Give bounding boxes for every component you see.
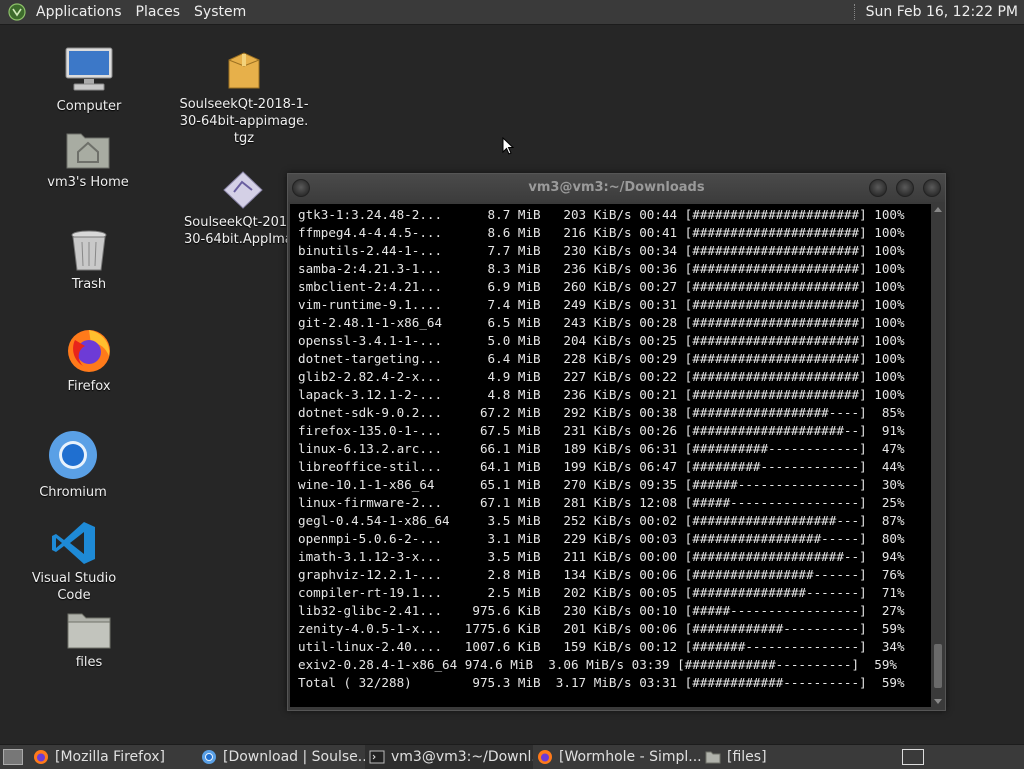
desktop-icon-label: Computer [56,99,122,114]
terminal-line: smbclient-2:4.21... 6.9 MiB 260 KiB/s 00… [298,279,905,294]
scroll-up-icon[interactable] [934,207,942,212]
terminal-line: imath-3.1.12-3-x... 3.5 MiB 211 KiB/s 00… [298,549,905,564]
terminal-scrollbar[interactable] [933,204,943,707]
terminal-line: openmpi-5.0.6-2-... 3.1 MiB 229 KiB/s 00… [298,531,905,546]
maximize-button[interactable] [896,179,914,197]
desktop-icon-vscode[interactable]: Visual Studio Code [14,520,134,604]
terminal-line: glib2-2.82.4-2-x... 4.9 MiB 227 KiB/s 00… [298,369,905,384]
terminal-line: Total ( 32/288) 975.3 MiB 3.17 MiB/s 03:… [298,675,905,690]
terminal-line: linux-firmware-2... 67.1 MiB 281 KiB/s 1… [298,495,905,510]
terminal-line: wine-10.1-1-x86_64 65.1 MiB 270 KiB/s 09… [298,477,905,492]
firefox-icon [68,330,110,372]
clock[interactable]: Sun Feb 16, 12:22 PM [866,4,1024,20]
bottom-taskbar: [Mozilla Firefox] [Download | Soulse... … [0,744,1024,769]
taskbar-item-terminal[interactable]: vm3@vm3:~/Downl... [365,745,533,769]
terminal-line: compiler-rt-19.1... 2.5 MiB 202 KiB/s 00… [298,585,905,600]
terminal-line: binutils-2.44-1-... 7.7 MiB 230 KiB/s 00… [298,243,905,258]
taskbar-item-label: [Download | Soulse... [223,749,365,765]
taskbar-item-files[interactable]: [files] [701,745,829,769]
terminal-line: graphviz-12.2.1-... 2.8 MiB 134 KiB/s 00… [298,567,905,582]
trash-icon [71,230,107,271]
terminal-line: gtk3-1:3.24.48-2... 8.7 MiB 203 KiB/s 00… [298,207,905,222]
terminal-line: ffmpeg4.4-4.4.5-... 8.6 MiB 216 KiB/s 00… [298,225,905,240]
menu-places[interactable]: Places [130,0,189,24]
terminal-line: git-2.48.1-1-x86_64 6.5 MiB 243 KiB/s 00… [298,315,905,330]
terminal-line: firefox-135.0-1-... 67.5 MiB 231 KiB/s 0… [298,423,905,438]
terminal-line: openssl-3.4.1-1-... 5.0 MiB 204 KiB/s 00… [298,333,905,348]
desktop-icon-chromium[interactable]: Chromium [32,430,114,501]
archive-icon [228,52,260,89]
desktop-icon-label-line: SoulseekQt-2018 [184,215,288,230]
taskbar-item-label: [Wormhole - Simpl... [559,749,701,765]
terminal-line: util-linux-2.40.... 1007.6 KiB 159 KiB/s… [298,639,905,654]
vscode-icon [52,522,95,564]
chromium-icon [49,431,97,479]
firefox-icon [34,750,48,764]
folder-icon [67,613,111,649]
mouse-cursor-icon [502,137,514,155]
terminal-line: vim-runtime-9.1.... 7.4 MiB 249 KiB/s 00… [298,297,905,312]
home-folder-icon [66,133,110,169]
terminal-line: lib32-glibc-2.41... 975.6 KiB 230 KiB/s … [298,603,905,618]
terminal-title: vm3@vm3:~/Downloads [528,180,705,195]
desktop-icon-label-line: 30-64bit-appimage. [179,114,309,129]
desktop-icon-label: Firefox [67,379,111,394]
desktop-icon-label: Trash [71,277,107,292]
desktop-icon-label-line: tgz [233,131,255,146]
close-button[interactable] [923,179,941,197]
appimage-icon [223,171,263,209]
desktop-icon-firefox[interactable]: Firefox [48,326,130,395]
desktop-icon-label: Chromium [39,485,107,500]
taskbar-item-label: [files] [727,749,767,765]
desktop-icon-label: vm3's Home [47,175,129,190]
show-desktop-icon[interactable] [3,749,23,765]
terminal-line: zenity-4.0.5-1-x... 1775.6 KiB 201 KiB/s… [298,621,905,636]
top-panel: Applications Places System Sun Feb 16, 1… [0,0,1024,25]
terminal-line: samba-2:4.21.3-1... 8.3 MiB 236 KiB/s 00… [298,261,905,276]
scrollbar-thumb[interactable] [934,644,942,688]
firefox-icon [538,750,552,764]
desktop-icon-soulseek-appimage[interactable]: SoulseekQt-2018 30-64bit.AppIma [184,170,288,248]
desktop-icon-label-line: SoulseekQt-2018-1- [179,97,309,112]
terminal-output[interactable]: gtk3-1:3.24.48-2... 8.7 MiB 203 KiB/s 00… [290,204,931,707]
desktop-icon-label-line: 30-64bit.AppIma [184,232,288,247]
taskbar-item-label: vm3@vm3:~/Downl... [391,749,533,765]
desktop-icon-label: Visual Studio Code [31,571,117,603]
menu-applications[interactable]: Applications [32,0,130,24]
terminal-titlebar[interactable]: vm3@vm3:~/Downloads [288,174,945,202]
terminal-icon [369,750,385,764]
terminal-line: dotnet-sdk-9.0.2... 67.2 MiB 292 KiB/s 0… [298,405,905,420]
taskbar-item-chromium[interactable]: [Download | Soulse... [197,745,365,769]
taskbar-item-firefox[interactable]: [Mozilla Firefox] [29,745,197,769]
menu-system[interactable]: System [188,0,254,24]
desktop-icon-soulseek-tgz[interactable]: SoulseekQt-2018-1- 30-64bit-appimage. tg… [178,50,310,147]
workspace-switcher[interactable] [902,749,924,765]
taskbar-item-label: [Mozilla Firefox] [55,749,165,765]
terminal-line: linux-6.13.2.arc... 66.1 MiB 189 KiB/s 0… [298,441,905,456]
desktop-icon-home[interactable]: vm3's Home [42,128,134,191]
terminal-line: gegl-0.4.54-1-x86_64 3.5 MiB 252 KiB/s 0… [298,513,905,528]
terminal-line: dotnet-targeting... 6.4 MiB 228 KiB/s 00… [298,351,905,366]
desktop-icon-files[interactable]: files [48,610,130,671]
taskbar-item-wormhole[interactable]: [Wormhole - Simpl... [533,745,701,769]
panel-separator [853,4,858,20]
minimize-button[interactable] [869,179,887,197]
terminal-line: exiv2-0.28.4-1-x86_64 974.6 MiB 3.06 MiB… [298,657,897,672]
desktop-icon-trash[interactable]: Trash [48,228,130,293]
chromium-icon [202,750,216,764]
folder-icon [705,751,721,764]
terminal-window[interactable]: vm3@vm3:~/Downloads gtk3-1:3.24.48-2... … [287,173,946,711]
computer-icon [65,47,113,91]
distro-logo-icon[interactable] [8,3,26,21]
terminal-line: libreoffice-stil... 64.1 MiB 199 KiB/s 0… [298,459,905,474]
desktop-icon-computer[interactable]: Computer [48,46,130,115]
terminal-lines: gtk3-1:3.24.48-2... 8.7 MiB 203 KiB/s 00… [290,204,931,692]
desktop-icon-label: files [75,655,103,670]
scroll-down-icon[interactable] [934,699,942,704]
terminal-line: lapack-3.12.1-2-... 4.8 MiB 236 KiB/s 00… [298,387,905,402]
